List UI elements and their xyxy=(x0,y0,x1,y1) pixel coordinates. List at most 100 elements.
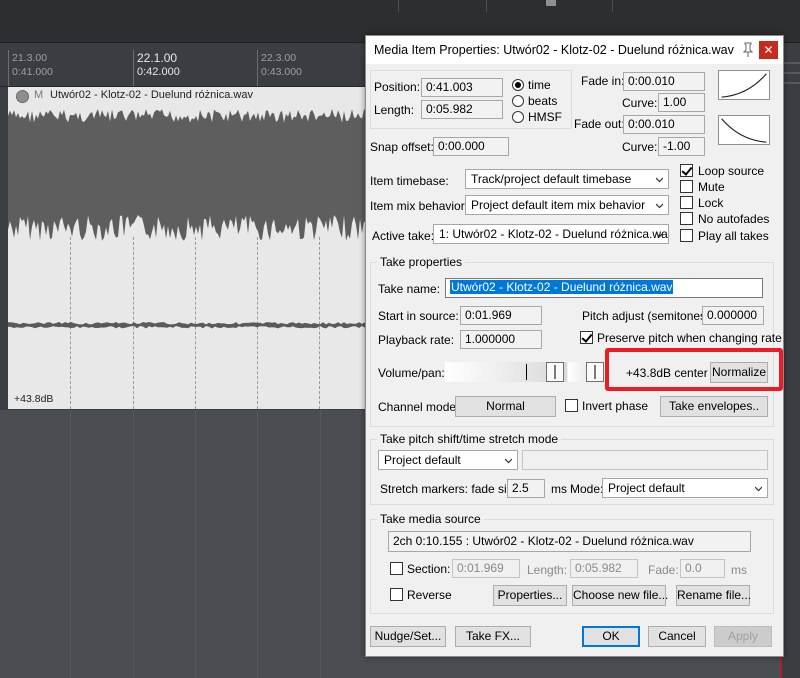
volume-zero-marker xyxy=(526,364,527,380)
apply-button[interactable]: Apply xyxy=(714,626,772,647)
position-field[interactable]: 0:41.003 xyxy=(421,78,503,97)
grid-line xyxy=(257,410,258,678)
grid-line xyxy=(133,410,134,678)
fade-out-field[interactable]: 0:00.010 xyxy=(623,115,705,134)
dialog-titlebar[interactable]: Media Item Properties: Utwór02 - Klotz-0… xyxy=(366,36,783,64)
ruler-bar-label: 22.3.00 xyxy=(261,52,297,64)
channel-mode-button[interactable]: Normal xyxy=(455,396,556,417)
chevron-down-icon xyxy=(656,203,663,209)
right-edge-strip xyxy=(782,50,800,678)
media-source-field: 2ch 0:10.155 : Utwór02 - Klotz-02 - Duel… xyxy=(388,531,751,552)
fade-out-shape-icon[interactable] xyxy=(718,115,770,145)
take-fx-button[interactable]: Take FX... xyxy=(455,626,531,647)
preserve-pitch-label: Preserve pitch when changing rate xyxy=(597,331,782,345)
rename-file-button[interactable]: Rename file... xyxy=(676,585,751,606)
pitch-adjust-field[interactable]: 0.000000 xyxy=(702,306,764,325)
ruler-time-label: 0:42.000 xyxy=(137,66,180,78)
pan-slider-thumb[interactable] xyxy=(586,362,604,382)
take-properties-title: Take properties xyxy=(377,255,466,269)
time-radio[interactable] xyxy=(512,79,524,91)
fade-in-field[interactable]: 0:00.010 xyxy=(623,72,705,91)
media-item[interactable]: M Utwór02 - Klotz-02 - Duelund różnica.w… xyxy=(8,87,378,409)
stretch-mode2-select[interactable]: Project default xyxy=(602,478,768,498)
stretch-submode-field xyxy=(522,450,768,470)
active-take-label: Active take: xyxy=(372,229,435,243)
beats-radio[interactable] xyxy=(512,95,524,107)
ok-button[interactable]: OK xyxy=(582,626,640,647)
volume-envelope[interactable] xyxy=(8,319,378,331)
reverse-checkbox[interactable] xyxy=(390,588,403,601)
pin-icon[interactable] xyxy=(740,42,756,58)
section-length-field: 0:05.982 xyxy=(570,559,638,578)
invert-phase-label: Invert phase xyxy=(582,399,649,413)
no-autofades-label: No autofades xyxy=(698,212,770,226)
section-checkbox[interactable] xyxy=(390,562,403,575)
start-in-source-label: Start in source: xyxy=(378,309,459,323)
item-mix-value: Project default item mix behavior xyxy=(471,198,646,212)
stretch-mode-select[interactable]: Project default xyxy=(378,450,518,470)
nudge-set-button[interactable]: Nudge/Set... xyxy=(370,626,446,647)
no-autofades-checkbox[interactable] xyxy=(680,212,693,225)
ruler-time-label: 0:41.000 xyxy=(12,66,53,78)
close-button[interactable]: ✕ xyxy=(759,41,778,59)
snap-offset-field[interactable]: 0:00.000 xyxy=(433,137,509,156)
section-length-label: Length: xyxy=(527,563,568,577)
toolbar-slider-handle[interactable] xyxy=(546,0,556,6)
hmsf-radio-label: HMSF xyxy=(528,110,562,124)
pitch-adjust-label: Pitch adjust (semitones): xyxy=(582,309,714,323)
strip-mark xyxy=(782,82,800,84)
loop-source-label: Loop source xyxy=(698,164,765,178)
active-take-select[interactable]: 1: Utwór02 - Klotz-02 - Duelund różnica.… xyxy=(433,224,669,244)
cancel-button[interactable]: Cancel xyxy=(648,626,706,647)
hmsf-radio[interactable] xyxy=(512,111,524,123)
position-label: Position: xyxy=(374,80,421,94)
mute-checkbox[interactable] xyxy=(680,180,693,193)
grid-line xyxy=(195,410,196,678)
properties-button[interactable]: Properties... xyxy=(493,585,567,606)
take-envelopes-button[interactable]: Take envelopes.. xyxy=(660,396,768,417)
preserve-pitch-checkbox[interactable] xyxy=(580,331,593,344)
length-field[interactable]: 0:05.982 xyxy=(421,100,503,119)
chevron-down-icon xyxy=(505,458,512,464)
lock-checkbox[interactable] xyxy=(680,196,693,209)
fade-out-curve-field[interactable]: -1.00 xyxy=(658,137,705,156)
toolbar-divider xyxy=(612,0,613,12)
active-take-value: 1: Utwór02 - Klotz-02 - Duelund różnica.… xyxy=(439,227,669,241)
chevron-down-icon xyxy=(755,486,762,492)
stretch-markers-label: Stretch markers: fade size: xyxy=(380,482,523,496)
time-radio-label: time xyxy=(528,78,551,92)
loop-source-checkbox[interactable] xyxy=(680,164,693,177)
fade-size-unit: ms xyxy=(551,482,567,496)
toolbar-divider xyxy=(486,0,487,12)
take-name-value: Utwór02 - Klotz-02 - Duelund różnica.wav xyxy=(450,280,674,294)
fade-size-field[interactable]: 2.5 xyxy=(507,479,545,498)
item-mix-label: Item mix behavior: xyxy=(370,199,469,213)
stretch-mode-label: Mode: xyxy=(570,482,604,496)
play-all-takes-checkbox[interactable] xyxy=(680,229,693,242)
media-source-title: Take media source xyxy=(377,512,484,526)
invert-phase-checkbox[interactable] xyxy=(565,399,578,412)
item-mix-select[interactable]: Project default item mix behavior xyxy=(465,195,669,215)
fade-in-curve-field[interactable]: 1.00 xyxy=(658,93,705,112)
start-in-source-field[interactable]: 0:01.969 xyxy=(460,306,542,325)
length-label: Length: xyxy=(374,103,415,117)
take-name-label: Take name: xyxy=(378,282,441,296)
toolbar-divider xyxy=(398,0,399,12)
volume-slider-thumb[interactable] xyxy=(546,362,564,382)
playback-rate-field[interactable]: 1.000000 xyxy=(460,330,542,349)
item-timebase-select[interactable]: Track/project default timebase xyxy=(465,169,669,189)
ruler-time-label: 0:43.000 xyxy=(261,66,302,78)
playback-rate-label: Playback rate: xyxy=(378,333,455,347)
take-name-input[interactable]: Utwór02 - Klotz-02 - Duelund różnica.wav xyxy=(445,278,763,298)
item-timebase-value: Track/project default timebase xyxy=(471,172,632,186)
channel-mode-label: Channel mode: xyxy=(378,400,460,414)
play-all-takes-label: Play all takes xyxy=(698,229,769,243)
strip-mark xyxy=(782,62,800,64)
strip-mark xyxy=(782,72,800,74)
choose-new-file-button[interactable]: Choose new file... xyxy=(572,585,668,606)
stretch-group-title: Take pitch shift/time stretch mode xyxy=(377,432,562,446)
item-volume-label: +43.8dB xyxy=(14,393,54,405)
lock-label: Lock xyxy=(698,196,724,210)
fade-in-shape-icon[interactable] xyxy=(718,70,770,100)
highlight-annotation xyxy=(605,348,783,391)
